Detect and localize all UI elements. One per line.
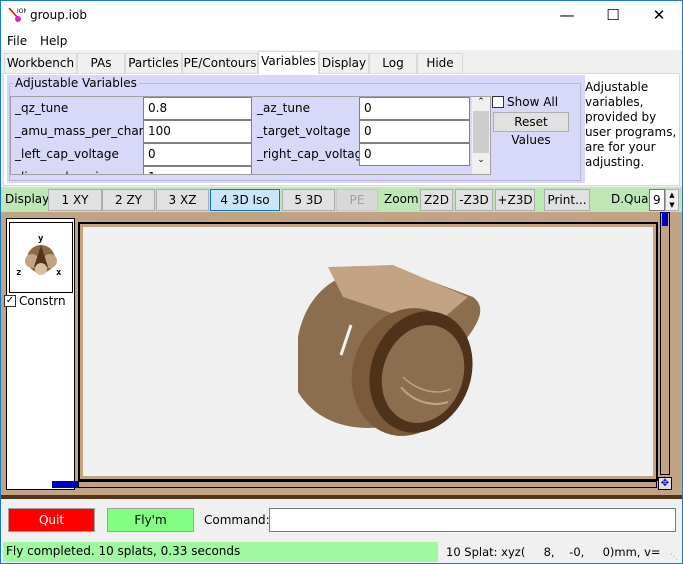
orientation-axes-icon: y z x (16, 234, 62, 278)
axis-z-label: z (16, 268, 21, 278)
variable-name: _az_tune (257, 101, 310, 115)
maximize-button[interactable]: ☐ (590, 1, 636, 31)
tab-variables[interactable]: Variables (258, 51, 319, 74)
variables-scrollbar[interactable]: ⌃ ⌄ (472, 97, 490, 174)
tab-display[interactable]: Display (319, 53, 369, 73)
show-all-label: Show All (507, 95, 559, 109)
tab-log[interactable]: Log (369, 53, 417, 73)
tab-particles[interactable]: Particles (125, 53, 182, 73)
help-text: Adjustable variables, provided by user p… (585, 80, 677, 169)
horizontal-scroll-thumb[interactable] (52, 481, 78, 488)
menu-file[interactable]: File (7, 34, 27, 48)
scroll-thumb[interactable] (473, 111, 489, 153)
svg-text:ION: ION (17, 8, 26, 15)
reset-values-button[interactable]: Reset Values (493, 112, 569, 147)
dqual-spinner[interactable]: ▲ ▼ (665, 189, 679, 211)
variables-grid: _qz_tune 0.8 _az_tune 0 _amu_mass_per_ch… (10, 96, 491, 175)
view-xy-button[interactable]: 1 XY (48, 189, 102, 211)
variable-value-input[interactable]: 1 (143, 166, 252, 174)
pan-move-icon[interactable]: ✥ (658, 477, 672, 490)
variable-name: _amu_mass_per_charge (15, 124, 159, 138)
view-zy-button[interactable]: 2 ZY (102, 189, 155, 211)
view-3d-button[interactable]: 5 3D (282, 189, 335, 211)
command-label: Command: (204, 513, 270, 527)
variable-name: _target_voltage (257, 124, 351, 138)
view-vertical-scrollbar[interactable] (660, 212, 670, 475)
scroll-down-icon[interactable]: ⌄ (472, 155, 490, 165)
variable-value-input[interactable]: 0 (143, 143, 252, 166)
zoom-in-3d-button[interactable]: +Z3D (495, 189, 535, 211)
axis-y-label: y (38, 234, 44, 244)
tab-workbench[interactable]: Workbench (4, 53, 77, 73)
variable-value-input[interactable]: 0.8 (143, 97, 252, 120)
variable-value-input[interactable]: 100 (143, 120, 252, 143)
flym-button[interactable]: Fly'm (107, 508, 194, 532)
view-horizontal-scrollbar[interactable] (78, 481, 657, 488)
display-label: Display: (5, 192, 53, 206)
spin-down-icon[interactable]: ▼ (666, 200, 678, 210)
resize-grip-icon[interactable]: ⋱ (670, 552, 678, 561)
vertical-scroll-thumb[interactable] (662, 212, 668, 226)
dqual-input[interactable]: 9 (649, 189, 665, 211)
variable-value-input[interactable]: 0 (359, 97, 470, 120)
status-readout: 10 Splat: xyz( 8, -0, 0)mm, v= 0.0 (446, 545, 661, 559)
zoom-label: Zoom: (384, 192, 423, 206)
orientation-widget[interactable]: y z x (9, 222, 73, 293)
spin-up-icon[interactable]: ▲ (666, 190, 678, 200)
menu-help[interactable]: Help (40, 34, 67, 48)
minimize-button[interactable]: — (544, 1, 590, 31)
group-title: Adjustable Variables (13, 76, 139, 90)
view-3d-iso-button[interactable]: 4 3D Iso (210, 189, 280, 211)
variable-name: _left_cap_voltage (15, 147, 119, 161)
variable-value-input[interactable]: 0 (359, 143, 470, 166)
quit-button[interactable]: Quit (8, 508, 95, 532)
command-input[interactable] (269, 508, 676, 532)
scroll-up-icon[interactable]: ⌃ (472, 97, 490, 109)
window-title: group.iob (30, 8, 87, 22)
zoom-z2d-button[interactable]: Z2D (420, 189, 453, 211)
electrode-3d-render (298, 265, 481, 436)
tab-pe-contours[interactable]: PE/Contours (182, 53, 258, 73)
status-message: Fly completed. 10 splats, 0.33 seconds (3, 542, 438, 562)
variable-name: _linear_damping (11, 166, 114, 174)
view-pe-button: PE (336, 189, 378, 211)
constrain-checkbox[interactable]: ✓ (4, 295, 16, 307)
close-button[interactable]: ✕ (636, 1, 682, 31)
view-xz-button[interactable]: 3 XZ (156, 189, 209, 211)
tab-pas[interactable]: PAs (77, 53, 125, 73)
axis-x-label: x (56, 268, 62, 278)
zoom-out-3d-button[interactable]: -Z3D (455, 189, 493, 211)
3d-view[interactable] (78, 222, 658, 481)
simion-ion-icon: ION (8, 7, 26, 22)
show-all-checkbox[interactable] (492, 96, 504, 108)
menu-bar (1, 32, 682, 50)
tab-hide[interactable]: Hide (417, 53, 463, 73)
constrain-label: Constrn (19, 294, 66, 308)
variable-name: _right_cap_voltage (257, 147, 370, 161)
variable-name: _qz_tune (15, 101, 69, 115)
print-button[interactable]: Print... (544, 189, 590, 211)
variable-value-input[interactable]: 0 (359, 120, 470, 143)
